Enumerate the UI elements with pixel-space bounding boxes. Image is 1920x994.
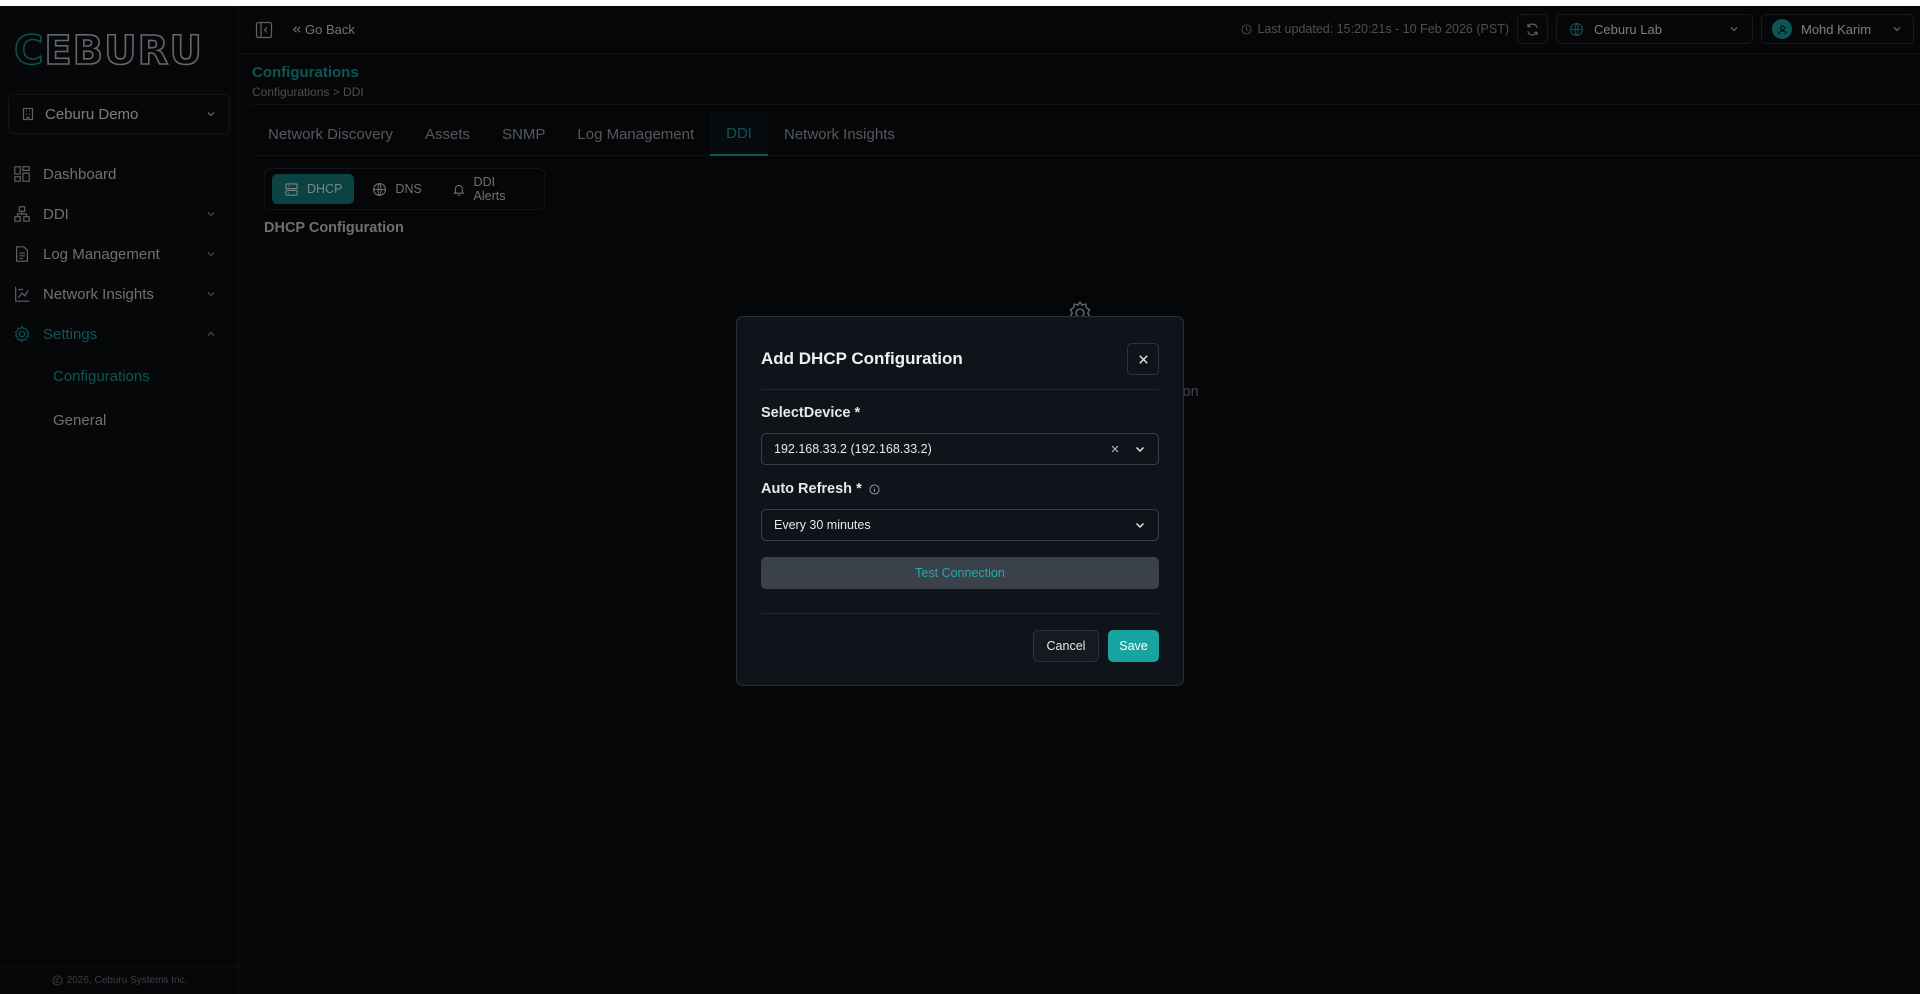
- modal-title: Add DHCP Configuration: [761, 349, 963, 368]
- test-connection-button[interactable]: Test Connection: [761, 557, 1159, 589]
- add-dhcp-modal: Add DHCP Configuration SelectDevice * 19…: [736, 316, 1184, 686]
- save-button[interactable]: Save: [1108, 630, 1159, 662]
- close-button[interactable]: [1127, 343, 1159, 375]
- refresh-label-text: Auto Refresh *: [761, 481, 862, 497]
- cancel-button[interactable]: Cancel: [1033, 630, 1099, 662]
- modal-divider: [761, 389, 1159, 390]
- device-select-actions: [1110, 443, 1146, 455]
- device-label-text: SelectDevice *: [761, 405, 861, 421]
- modal-divider: [761, 613, 1159, 614]
- clear-icon[interactable]: [1110, 444, 1120, 454]
- device-select[interactable]: 192.168.33.2 (192.168.33.2): [761, 433, 1159, 465]
- device-label: SelectDevice *: [761, 405, 860, 421]
- close-icon: [1138, 354, 1148, 364]
- auto-refresh-select[interactable]: Every 30 minutes: [761, 509, 1159, 541]
- info-icon[interactable]: [869, 483, 880, 495]
- device-select-value: 192.168.33.2 (192.168.33.2): [774, 442, 932, 456]
- chevron-down-icon[interactable]: [1134, 443, 1146, 455]
- refresh-label: Auto Refresh *: [761, 481, 880, 497]
- chevron-down-icon[interactable]: [1134, 519, 1146, 531]
- auto-refresh-value: Every 30 minutes: [774, 518, 871, 532]
- auto-refresh-actions: [1134, 519, 1146, 531]
